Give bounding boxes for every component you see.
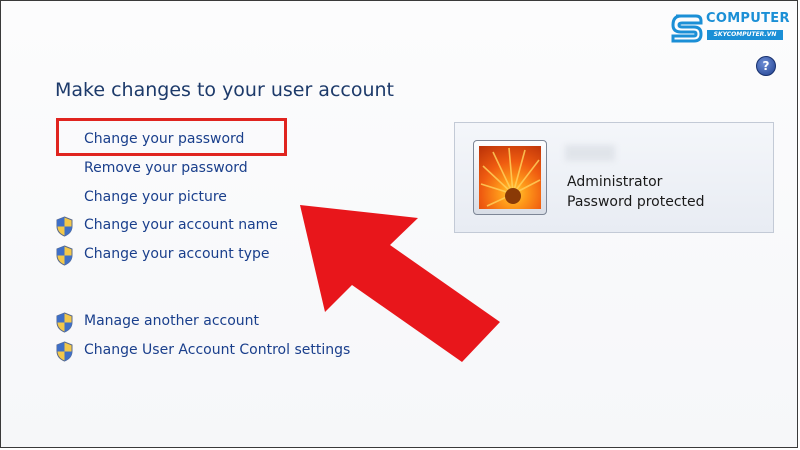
brand-logo: COMPUTER SKYCOMPUTER.VN [668, 8, 790, 52]
help-icon[interactable]: ? [756, 56, 776, 76]
remove-password-link[interactable]: Remove your password [84, 160, 248, 176]
uac-shield-icon [56, 312, 73, 333]
annotation-arrow-icon [300, 205, 500, 362]
change-account-name-link[interactable]: Change your account name [84, 217, 278, 233]
change-account-type-link[interactable]: Change your account type [84, 246, 269, 262]
change-picture-link[interactable]: Change your picture [84, 189, 227, 205]
manage-another-account-link[interactable]: Manage another account [84, 313, 259, 329]
blurred-username [565, 145, 615, 161]
password-status-label: Password protected [567, 194, 705, 210]
account-type-label: Administrator [567, 174, 663, 190]
brand-name: COMPUTER [706, 11, 790, 26]
uac-shield-icon [56, 341, 73, 362]
uac-shield-icon [56, 216, 73, 237]
annotation-highlight-box [56, 118, 287, 156]
page-title: Make changes to your user account [55, 79, 395, 101]
brand-site: SKYCOMPUTER.VN [707, 30, 783, 40]
logo-s-icon [671, 14, 703, 43]
uac-shield-icon [56, 245, 73, 266]
